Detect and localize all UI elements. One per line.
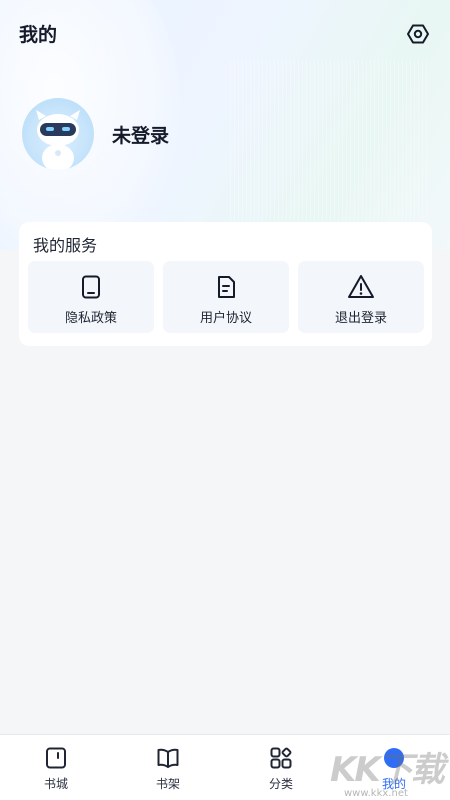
logout-label: 退出登录	[334, 311, 387, 326]
tab-category-label: 分类	[268, 777, 293, 791]
profile-section[interactable]: 未登录	[22, 98, 322, 170]
tab-bookstore-label: 书城	[43, 777, 68, 791]
services-title: 我的服务	[33, 236, 98, 255]
login-status[interactable]: 未登录	[112, 121, 169, 148]
settings-button[interactable]	[404, 20, 432, 48]
warning-icon	[347, 273, 375, 301]
category-icon	[268, 745, 294, 771]
privacy-policy-button[interactable]: 隐私政策	[28, 261, 154, 333]
robot-avatar-icon	[36, 110, 80, 170]
watermark: KK下载 www.kkx.net	[330, 742, 450, 800]
tab-bookstore[interactable]: 书城	[0, 735, 112, 800]
services-card: 我的服务 隐私政策 用户协议 退出登录	[19, 222, 432, 346]
logout-button[interactable]: 退出登录	[298, 261, 424, 333]
document-icon	[212, 273, 240, 301]
user-agreement-button[interactable]: 用户协议	[163, 261, 289, 333]
user-agreement-label: 用户协议	[199, 311, 252, 326]
phone-icon	[77, 273, 105, 301]
tab-category[interactable]: 分类	[225, 735, 337, 800]
watermark-text: KK下载	[330, 750, 445, 790]
page-title: 我的	[19, 24, 58, 46]
settings-hex-icon	[407, 24, 429, 44]
header: 我的	[0, 0, 450, 66]
bookstore-icon	[43, 745, 69, 771]
tab-bookshelf[interactable]: 书架	[112, 735, 224, 800]
bookshelf-icon	[155, 745, 181, 771]
watermark-url: www.kkx.net	[344, 788, 408, 799]
privacy-policy-label: 隐私政策	[64, 311, 117, 326]
tab-bookshelf-label: 书架	[155, 777, 180, 791]
avatar[interactable]	[22, 98, 94, 170]
